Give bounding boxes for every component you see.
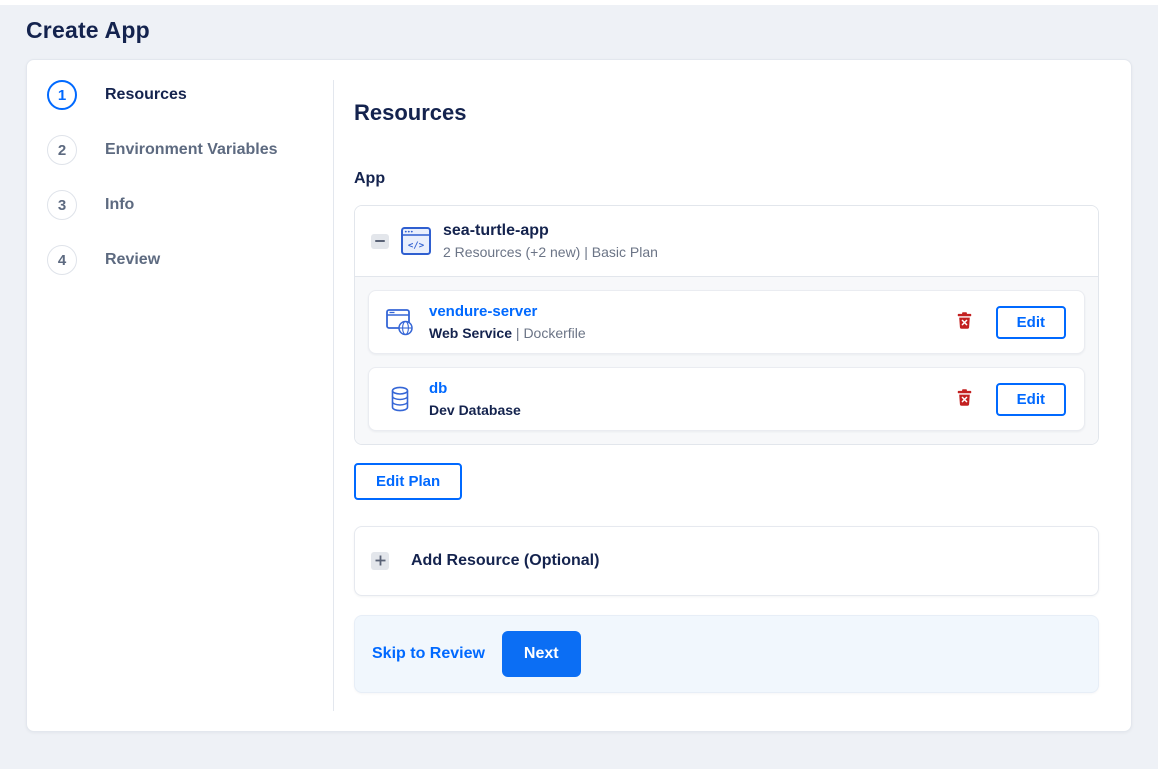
- create-app-card: 1 Resources 2 Environment Variables 3 In…: [26, 59, 1132, 732]
- app-name: sea-turtle-app: [443, 222, 549, 239]
- step-review[interactable]: 4 Review: [47, 245, 333, 275]
- resource-row-web-service: vendure-server Web Service | Dockerfile: [368, 290, 1085, 354]
- app-group-card: </> sea-turtle-app 2 Resources (+2 new) …: [354, 205, 1099, 445]
- resource-detail: Dockerfile: [523, 325, 586, 341]
- app-summary: 2 Resources (+2 new) | Basic Plan: [443, 244, 658, 260]
- app-group-header: </> sea-turtle-app 2 Resources (+2 new) …: [355, 206, 1098, 276]
- web-service-globe-icon: [385, 308, 415, 336]
- step-number-badge: 2: [47, 135, 77, 165]
- app-group-body: vendure-server Web Service | Dockerfile: [355, 276, 1098, 444]
- next-button[interactable]: Next: [501, 631, 581, 677]
- minus-icon: [375, 240, 385, 242]
- step-resources[interactable]: 1 Resources: [47, 80, 333, 110]
- row-actions: Edit: [955, 382, 1068, 416]
- step-label: Info: [105, 196, 135, 213]
- delete-resource-button[interactable]: [955, 387, 974, 411]
- database-cylinder-icon: [385, 386, 415, 412]
- app-section-label: App: [354, 170, 386, 187]
- resources-heading: Resources: [354, 100, 467, 125]
- trash-icon: [957, 389, 972, 409]
- app-window-code-icon: </>: [401, 227, 431, 255]
- trash-icon: [957, 312, 972, 332]
- step-label: Environment Variables: [105, 141, 278, 158]
- step-environment-variables[interactable]: 2 Environment Variables: [47, 135, 333, 165]
- resource-name-link[interactable]: vendure-server: [429, 303, 537, 320]
- add-resource-section[interactable]: Add Resource (Optional): [354, 526, 1099, 596]
- resource-subtitle: Web Service | Dockerfile: [429, 325, 586, 341]
- collapse-app-button[interactable]: [371, 233, 389, 249]
- resource-name-link[interactable]: db: [429, 380, 447, 397]
- row-actions: Edit: [955, 305, 1068, 339]
- wizard-footer: Skip to Review Next: [354, 615, 1099, 693]
- skip-to-review-link[interactable]: Skip to Review: [372, 645, 485, 663]
- main-panel: Resources App </> sea-turtle-app 2 Resou…: [334, 80, 1131, 711]
- wizard-stepper: 1 Resources 2 Environment Variables 3 In…: [27, 80, 334, 711]
- resource-subtitle: Dev Database: [429, 402, 521, 418]
- step-number-badge: 3: [47, 190, 77, 220]
- resource-text: vendure-server Web Service | Dockerfile: [429, 303, 586, 341]
- resource-text: db Dev Database: [429, 380, 521, 418]
- edit-resource-button[interactable]: Edit: [995, 305, 1066, 339]
- plus-icon: [375, 554, 386, 569]
- svg-text:</>: </>: [408, 241, 425, 251]
- add-resource-label: Add Resource (Optional): [411, 552, 600, 569]
- step-label: Review: [105, 251, 161, 268]
- step-number-badge: 4: [47, 245, 77, 275]
- resource-type: Dev Database: [429, 402, 521, 418]
- edit-plan-button[interactable]: Edit Plan: [354, 463, 463, 500]
- resource-type: Web Service: [429, 325, 513, 341]
- app-header-text: sea-turtle-app 2 Resources (+2 new) | Ba…: [443, 222, 658, 260]
- resource-separator: |: [512, 325, 524, 341]
- step-number-badge: 1: [47, 80, 77, 110]
- step-label: Resources: [105, 86, 187, 103]
- resource-row-database: db Dev Database Edit: [368, 367, 1085, 431]
- step-info[interactable]: 3 Info: [47, 190, 333, 220]
- edit-resource-button[interactable]: Edit: [995, 382, 1066, 416]
- delete-resource-button[interactable]: [955, 310, 974, 334]
- page-title: Create App: [26, 17, 150, 43]
- add-resource-expand-button[interactable]: [371, 552, 389, 570]
